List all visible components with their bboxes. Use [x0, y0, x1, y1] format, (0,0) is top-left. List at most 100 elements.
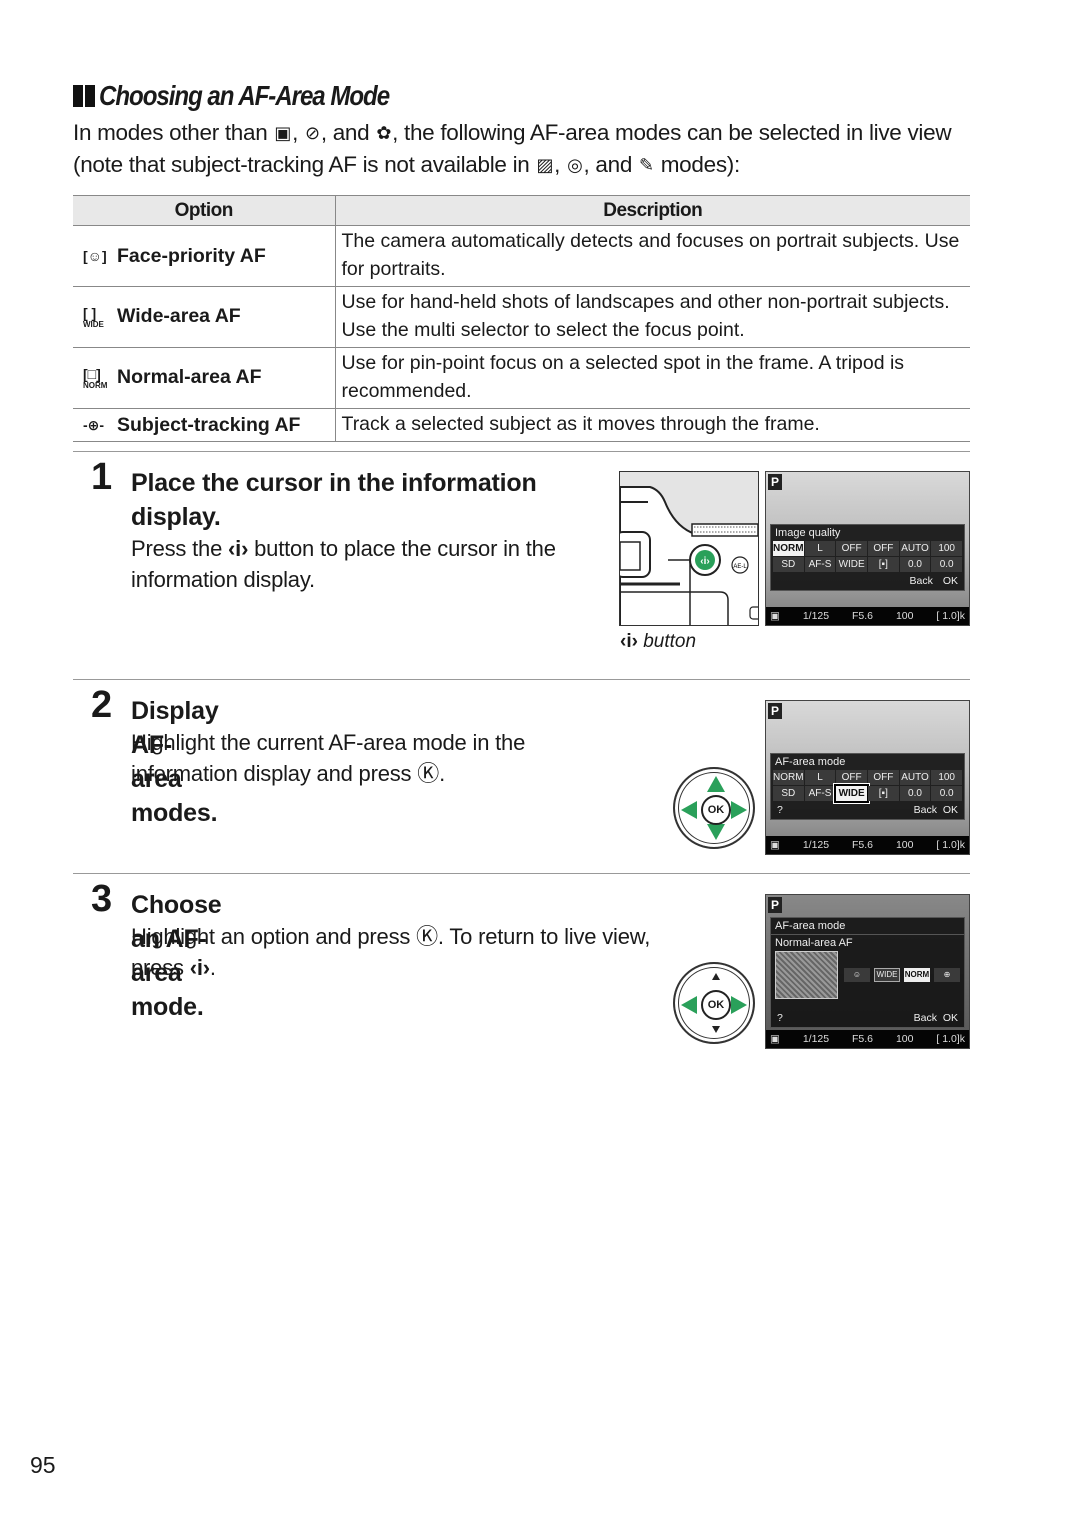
- option-name: Wide-area AF: [117, 305, 241, 328]
- flash-off-mode-icon: ⊘: [305, 123, 320, 143]
- ok-button-icon: OK: [701, 990, 731, 1020]
- section-heading: Choosing an AF-Area Mode: [73, 80, 436, 112]
- divider: [73, 679, 970, 680]
- setting-cell: 0.0: [899, 557, 931, 572]
- divider: [73, 873, 970, 874]
- setting-cell: OFF: [867, 541, 899, 556]
- heading-marker-icon: [73, 85, 95, 107]
- option-description: Use for hand-held shots of landscapes an…: [335, 286, 970, 348]
- left-arrow-icon: [681, 801, 697, 819]
- af-option-tracking: ⊕: [934, 968, 960, 982]
- ok-button-icon: Ⓚ: [417, 761, 440, 786]
- setting-cell: AF-S: [804, 557, 836, 572]
- wide-area-icon: [ ] WIDE: [83, 305, 104, 329]
- back-label: Back: [913, 804, 937, 816]
- setting-cell: 0.0: [899, 786, 931, 801]
- special-effects-icon-2: ◎: [567, 155, 583, 175]
- intro-paragraph: In modes other than ▣, ⊘, and ✿, the fol…: [73, 117, 973, 181]
- lcd-screen-af-area-highlight: P AF-area mode NORM L OFF OFF AUTO 100 S…: [765, 700, 970, 855]
- setting-cell: NORM: [773, 541, 804, 556]
- step-body: Highlight the current AF-area mode in th…: [131, 730, 526, 786]
- metering-icon: ▣: [770, 1033, 780, 1045]
- svg-text:‹i›: ‹i›: [700, 556, 709, 567]
- camera-body-icon: ‹i› AE-L: [620, 472, 758, 625]
- left-arrow-icon: [681, 996, 697, 1014]
- lcd-screen-image-quality: P Image quality NORM L OFF OFF AUTO 100 …: [765, 471, 970, 626]
- option-description: The camera automatically detects and foc…: [335, 225, 970, 287]
- step-number: 1: [91, 456, 113, 498]
- setting-cell: AUTO: [899, 541, 931, 556]
- table-header-row: Option Description: [73, 195, 970, 226]
- option-name: Normal-area AF: [117, 366, 262, 389]
- down-arrow-icon: [707, 824, 725, 840]
- setting-cell: 100: [931, 770, 962, 785]
- setting-cell: OFF: [867, 770, 899, 785]
- option-description: Track a selected subject as it moves thr…: [335, 408, 970, 442]
- af-area-cell-selected: WIDE: [834, 784, 869, 803]
- setting-cell: WIDE: [836, 557, 867, 572]
- setting-cell: SD: [773, 557, 804, 572]
- column-header-option: Option: [73, 195, 336, 226]
- setting-cell: OFF: [836, 770, 867, 785]
- ok-button-icon: OK: [701, 795, 731, 825]
- special-effects-icon-1: ▨: [536, 155, 554, 175]
- scene-auto-selector-icon: ✿: [376, 123, 392, 143]
- status-bar: ▣ 1/125 F5.6 100 [ 1.0]k: [766, 836, 969, 854]
- info-panel: AF-area mode NORM L OFF OFF AUTO 100 SD …: [770, 753, 965, 820]
- setting-cell: [▪]: [867, 557, 899, 572]
- setting-cell: OFF: [836, 541, 867, 556]
- preview-image: [775, 951, 838, 999]
- ok-label: OK: [942, 1012, 958, 1024]
- step-number: 2: [91, 684, 113, 726]
- back-label: Back: [909, 575, 933, 587]
- right-arrow-icon: [731, 996, 747, 1014]
- panel-title: AF-area mode: [775, 756, 846, 768]
- info-button-icon: ‹i›: [189, 955, 210, 980]
- step-number: 3: [91, 878, 113, 920]
- status-bar: ▣ 1/125 F5.6 100 [ 1.0]k: [766, 1030, 969, 1048]
- lcd-screen-af-area-select: P AF-area mode Normal-area AF ☺ WIDE NOR…: [765, 894, 970, 1049]
- svg-text:AE-L: AE-L: [733, 564, 747, 570]
- shooting-mode-badge: P: [768, 703, 782, 719]
- table-row: [ ] WIDE Wide-area AF Use for hand-held sh…: [73, 286, 970, 348]
- metering-icon: ▣: [770, 839, 780, 851]
- normal-area-icon: [□] NORM: [83, 366, 108, 390]
- panel-title: Image quality: [775, 527, 841, 539]
- af-option-face: ☺: [844, 968, 870, 982]
- info-button-caption: ‹i› button: [620, 631, 697, 652]
- setting-cell: 0.0: [931, 786, 962, 801]
- shooting-mode-badge: P: [768, 474, 782, 490]
- color-sketch-icon: ✎: [638, 155, 654, 175]
- status-bar: ▣ 1/125 F5.6 100 [ 1.0]k: [766, 607, 969, 625]
- setting-cell: [▪]: [867, 786, 899, 801]
- table-row: -⊕- Subject-tracking AF Track a selected …: [73, 408, 970, 442]
- face-priority-icon: [☺]: [83, 248, 107, 265]
- ok-label: OK: [942, 804, 958, 816]
- setting-cell: L: [804, 541, 836, 556]
- page-number: 95: [30, 1452, 56, 1478]
- step-body: Press the ‹i› button to place the cursor…: [131, 536, 556, 592]
- help-icon: ?: [777, 1012, 783, 1024]
- info-panel: Image quality NORM L OFF OFF AUTO 100 SD…: [770, 524, 965, 591]
- right-arrow-icon: [731, 801, 747, 819]
- af-option-norm-selected: NORM: [904, 968, 930, 982]
- ok-button-icon: Ⓚ: [416, 924, 438, 949]
- multi-selector-icon: OK: [673, 962, 755, 1044]
- ok-label: OK: [942, 575, 958, 587]
- option-name: Face-priority AF: [117, 244, 266, 267]
- setting-cell: AUTO: [899, 770, 931, 785]
- panel-subtitle: Normal-area AF: [775, 937, 853, 949]
- step-title: Place the cursor in the information disp…: [131, 469, 537, 531]
- info-button-icon: ‹i›: [228, 536, 249, 561]
- multi-selector-icon: OK: [673, 767, 755, 849]
- setting-cell: AF-S: [804, 786, 836, 801]
- up-arrow-icon: [712, 973, 720, 980]
- down-arrow-icon: [712, 1026, 720, 1033]
- option-name: Subject-tracking AF: [117, 413, 301, 436]
- auto-mode-icon: ▣: [274, 123, 292, 143]
- af-option-wide: WIDE: [874, 968, 900, 982]
- setting-cell: 0.0: [931, 557, 962, 572]
- subject-tracking-icon: -⊕-: [83, 416, 105, 433]
- panel-title: AF-area mode: [771, 918, 964, 935]
- section-title: Choosing an AF-Area Mode: [99, 80, 390, 111]
